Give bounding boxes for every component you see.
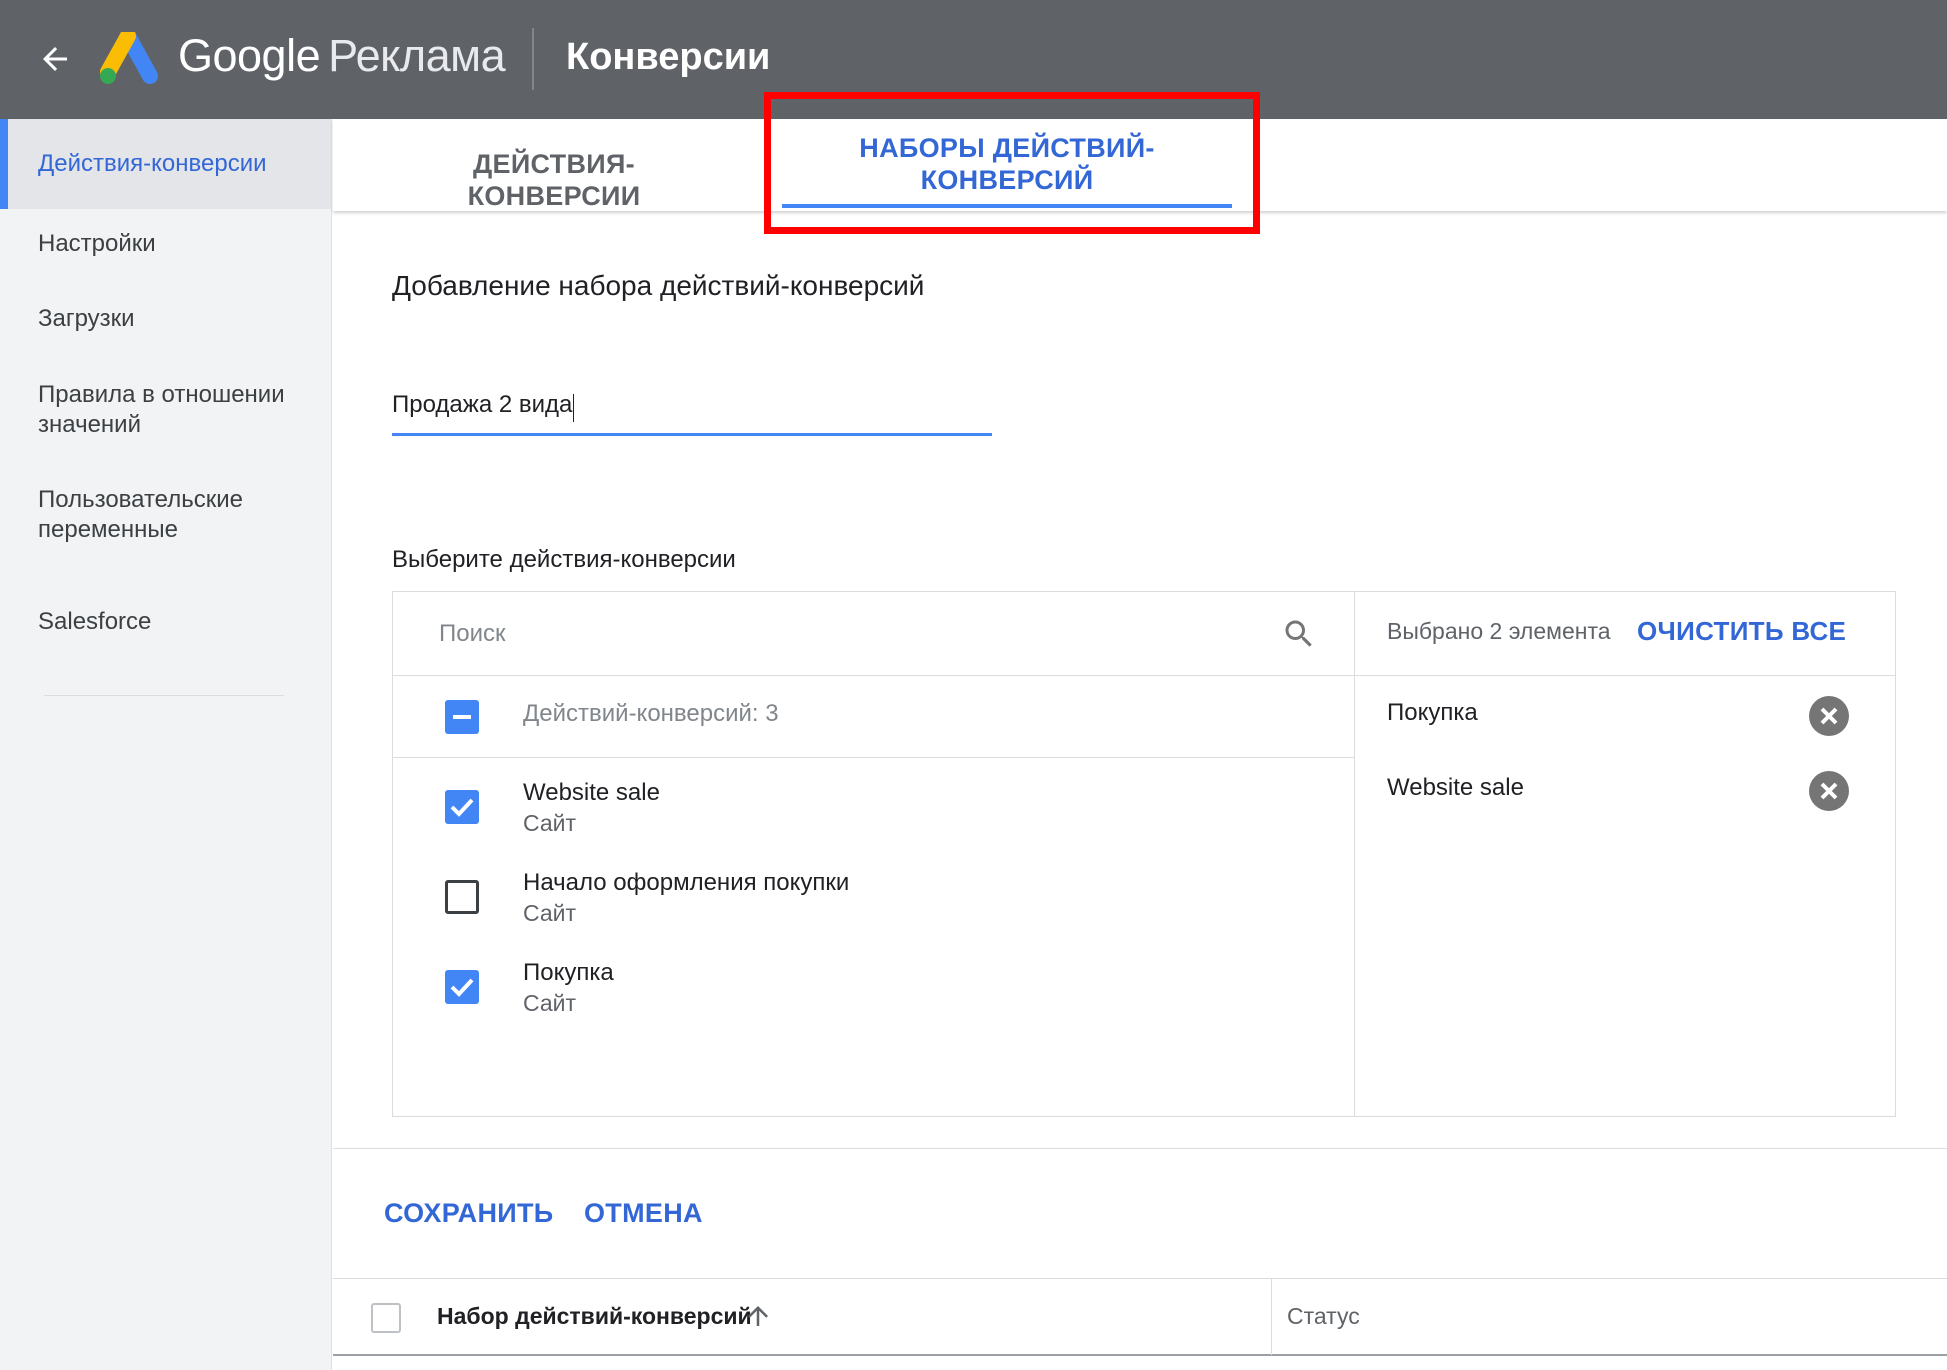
close-icon xyxy=(1820,707,1838,725)
cancel-button[interactable]: ОТМЕНА xyxy=(584,1198,703,1229)
item-title: Покупка xyxy=(523,959,614,986)
item-checkbox[interactable] xyxy=(445,970,479,1004)
brand-name: Google Реклама xyxy=(178,30,506,82)
item-subtitle: Сайт xyxy=(523,810,577,836)
set-name-input[interactable]: Продажа 2 вида xyxy=(392,388,992,436)
app-header: Google Реклама Конверсии xyxy=(0,0,1947,119)
sidebar-item-label: Правила в отношении значений xyxy=(38,381,285,438)
check-icon xyxy=(450,798,474,817)
item-checkbox[interactable] xyxy=(445,880,479,914)
sidebar-item-label: Salesforce xyxy=(38,608,152,635)
check-icon xyxy=(450,978,474,997)
selected-header: Выбрано 2 элемента ОЧИСТИТЬ ВСЕ xyxy=(1355,592,1895,676)
sidebar-item-value-rules[interactable]: Правила в отношении значений xyxy=(0,380,332,440)
select-actions-label: Выберите действия-конверсии xyxy=(392,546,736,573)
item-checkbox[interactable] xyxy=(445,790,479,824)
selected-item: Website sale xyxy=(1387,774,1524,801)
item-subtitle: Сайт xyxy=(523,990,577,1016)
text-caret xyxy=(573,393,575,422)
section-divider xyxy=(333,1148,1947,1149)
close-icon xyxy=(1820,782,1838,800)
picker-selected-panel: Выбрано 2 элемента ОЧИСТИТЬ ВСЕ Покупка … xyxy=(1355,592,1895,1116)
column-header-name[interactable]: Набор действий-конверсий xyxy=(437,1303,752,1330)
list-item: Начало оформления покупки Сайт xyxy=(393,868,1355,958)
selected-count: Выбрано 2 элемента xyxy=(1387,618,1611,644)
select-all-checkbox[interactable] xyxy=(445,700,479,734)
conversion-action-picker: Поиск Действий-конверсий: 3 Website sale… xyxy=(392,591,1896,1117)
brand-google: Google xyxy=(178,30,321,81)
section-title: Добавление набора действий-конверсий xyxy=(392,270,925,301)
item-subtitle: Сайт xyxy=(523,900,577,926)
search-row: Поиск xyxy=(393,592,1355,676)
search-icon[interactable] xyxy=(1281,616,1317,652)
brand-product: Реклама xyxy=(328,30,506,81)
sidebar-item-label: Настройки xyxy=(38,230,156,257)
page-title: Конверсии xyxy=(566,36,771,78)
selected-item: Покупка xyxy=(1387,699,1478,726)
set-name-value: Продажа 2 вида xyxy=(392,391,573,418)
sidebar-item-label: Пользовательские переменные xyxy=(38,486,243,543)
item-title: Начало оформления покупки xyxy=(523,869,850,896)
save-button[interactable]: СОХРАНИТЬ xyxy=(384,1198,553,1229)
list-item: Покупка Сайт xyxy=(393,958,1355,1048)
select-all-label: Действий-конверсий: 3 xyxy=(523,700,779,727)
back-button[interactable] xyxy=(30,34,80,84)
sidebar-item-salesforce[interactable]: Salesforce xyxy=(0,607,332,637)
header-divider xyxy=(532,28,534,90)
remove-selected-button[interactable] xyxy=(1809,771,1849,811)
sidebar-item-settings[interactable]: Настройки xyxy=(0,229,332,259)
search-input[interactable]: Поиск xyxy=(439,616,1239,652)
tab-conversion-actions[interactable]: ДЕЙСТВИЯ-КОНВЕРСИИ xyxy=(404,148,704,212)
table-header: Набор действий-конверсий Статус xyxy=(333,1278,1947,1356)
picker-list-panel: Поиск Действий-конверсий: 3 Website sale… xyxy=(393,592,1355,1116)
column-header-status[interactable]: Статус xyxy=(1287,1303,1360,1330)
arrow-back-icon xyxy=(43,47,67,71)
column-separator xyxy=(1271,1279,1272,1355)
sort-ascending-icon[interactable] xyxy=(743,1299,773,1333)
sidebar-divider xyxy=(44,695,284,696)
clear-all-button[interactable]: ОЧИСТИТЬ ВСЕ xyxy=(1637,616,1846,647)
item-title: Website sale xyxy=(523,779,660,806)
sidebar-item-uploads[interactable]: Загрузки xyxy=(0,304,332,334)
sidebar-item-custom-variables[interactable]: Пользовательские переменные xyxy=(0,485,332,545)
tab-conversion-action-sets[interactable]: НАБОРЫ ДЕЙСТВИЙ-КОНВЕРСИЙ xyxy=(782,132,1232,196)
sidebar-item-conversion-actions[interactable]: Действия-конверсии xyxy=(0,119,332,209)
sidebar-item-label: Действия-конверсии xyxy=(38,150,267,177)
list-item: Website sale Сайт xyxy=(393,778,1355,868)
sidebar-item-label: Загрузки xyxy=(38,305,135,332)
select-all-rows-checkbox[interactable] xyxy=(371,1303,401,1333)
remove-selected-button[interactable] xyxy=(1809,696,1849,736)
active-tab-indicator xyxy=(782,204,1232,208)
select-all-row: Действий-конверсий: 3 xyxy=(393,676,1355,758)
sidebar: Действия-конверсии Настройки Загрузки Пр… xyxy=(0,119,332,1370)
google-ads-logo xyxy=(100,32,158,84)
